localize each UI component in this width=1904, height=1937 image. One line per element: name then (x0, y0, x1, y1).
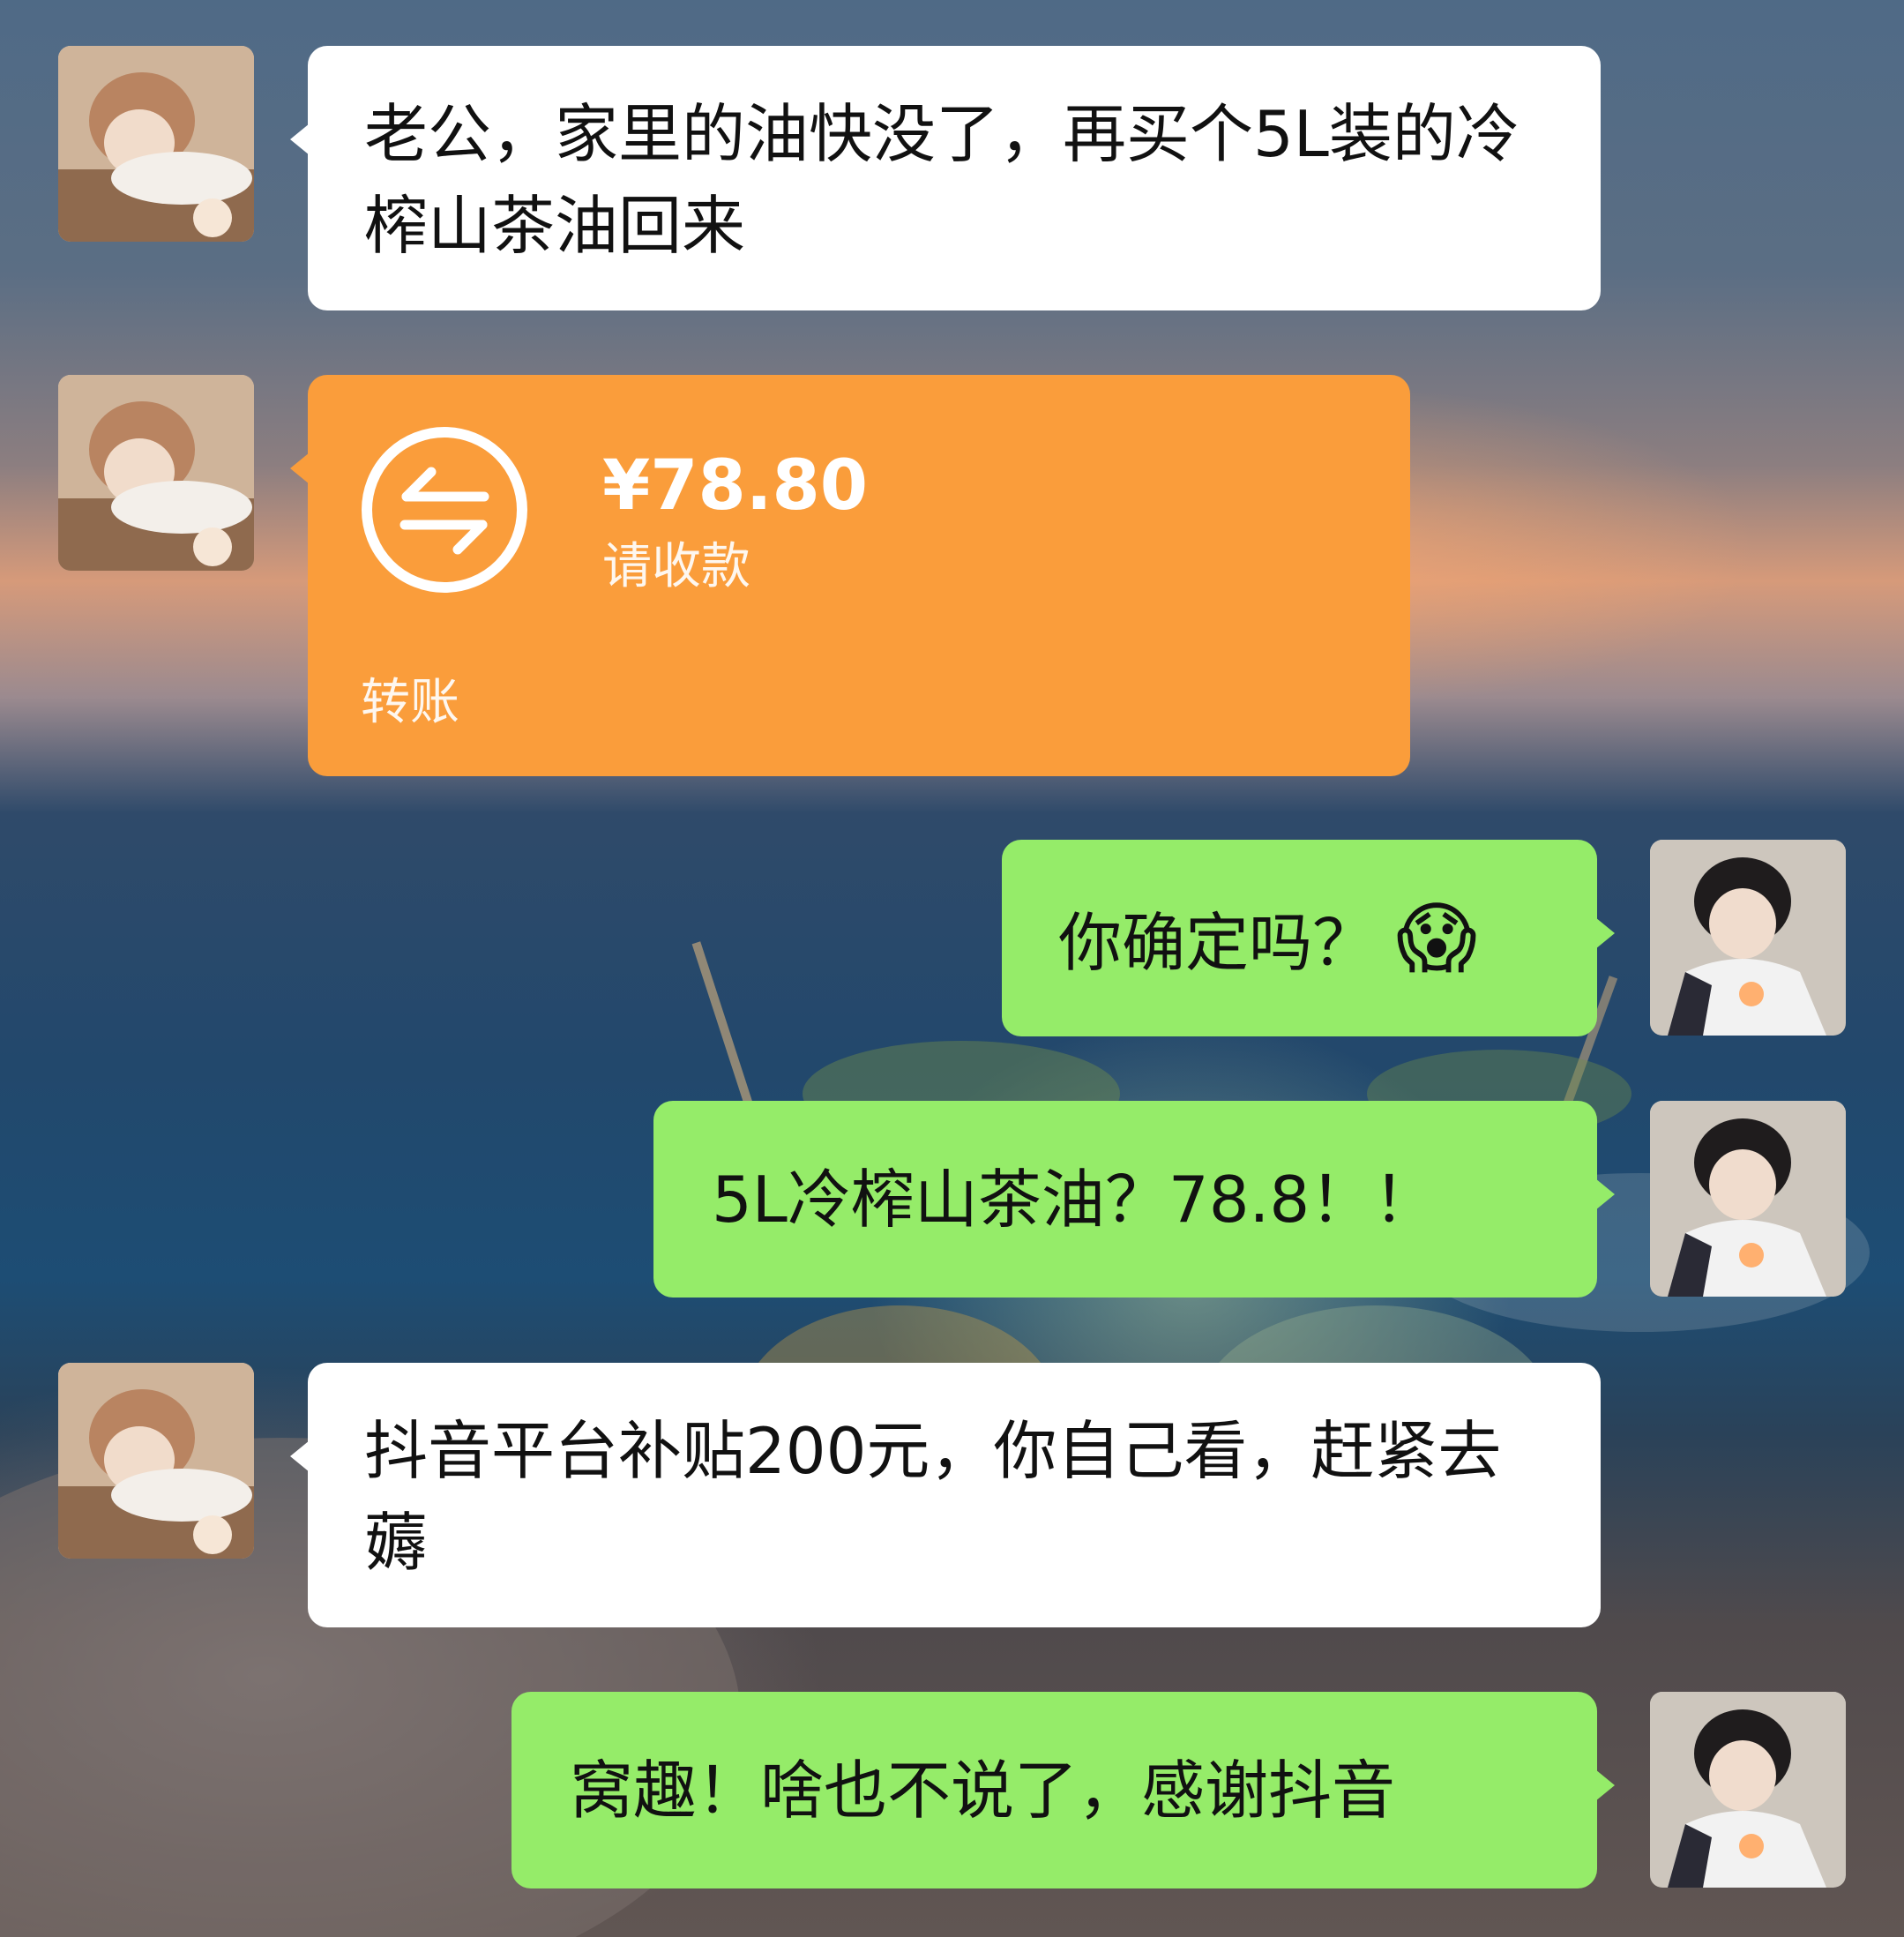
avatar-her[interactable] (58, 375, 254, 571)
avatar-her-icon (58, 46, 254, 242)
message-bubble-outgoing[interactable]: 窝趣！啥也不说了，感谢抖音 (511, 1692, 1615, 1888)
message-bubble-incoming[interactable]: 老公，家里的油快没了，再买个5L装的冷榨山茶油回来 (290, 46, 1601, 310)
avatar-her-icon (58, 1363, 254, 1559)
scream-emoji-icon: 😱 (1396, 893, 1477, 983)
avatar-her-icon (58, 375, 254, 571)
message-text: 窝趣！啥也不说了，感谢抖音 (570, 1754, 1396, 1828)
transfer-footer-label: 转账 (361, 674, 459, 731)
transfer-amount: ¥78.80 (602, 446, 868, 526)
transfer-card[interactable]: ¥78.80 请收款 转账 (290, 375, 1410, 776)
message-bubble-outgoing[interactable]: 5L冷榨山茶油？78.8！！ (653, 1101, 1615, 1298)
avatar-her[interactable] (58, 46, 254, 242)
message-text: 抖音平台补贴200元，你自己看，赶紧去薅 (364, 1414, 1502, 1580)
avatar-him-icon (1650, 1101, 1846, 1297)
avatar-him[interactable] (1650, 840, 1846, 1036)
message-bubble-incoming[interactable]: 抖音平台补贴200元，你自己看，赶紧去薅 (290, 1363, 1601, 1627)
avatar-him-icon (1650, 840, 1846, 1036)
message-bubble-outgoing[interactable]: 你确定吗？ 😱 (1002, 840, 1615, 1036)
message-text: 你确定吗？ (1058, 906, 1377, 980)
avatar-him[interactable] (1650, 1692, 1846, 1888)
transfer-status: 请收款 (602, 538, 750, 595)
avatar-him[interactable] (1650, 1101, 1846, 1297)
message-text: 5L冷榨山茶油？78.8！！ (712, 1163, 1437, 1237)
transfer-arrows-icon (361, 426, 528, 594)
message-text: 老公，家里的油快没了，再买个5L装的冷榨山茶油回来 (364, 97, 1519, 263)
avatar-her[interactable] (58, 1363, 254, 1559)
avatar-him-icon (1650, 1692, 1846, 1888)
